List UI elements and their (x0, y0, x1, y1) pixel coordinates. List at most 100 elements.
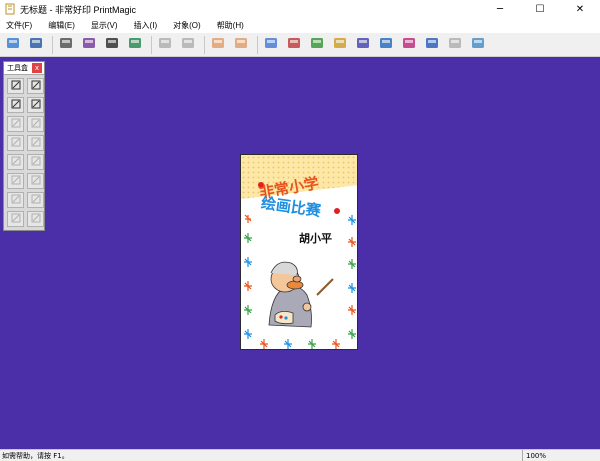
unlock-icon (30, 212, 42, 227)
magic-button[interactable] (445, 35, 465, 55)
send-back-button[interactable] (27, 135, 44, 151)
window-title: 无标题 - 非常好印 PrintMagic (20, 4, 137, 15)
clipart-tool-button[interactable] (27, 97, 44, 113)
wizard-icon (470, 35, 486, 54)
layout-button[interactable] (399, 35, 419, 55)
zoom-icon (286, 35, 302, 54)
insert-image-icon (263, 35, 279, 54)
print-button[interactable] (56, 35, 76, 55)
title-bar: 无标题 - 非常好印 PrintMagic ─ ☐ ✕ (0, 0, 600, 18)
align-right-button[interactable] (27, 116, 44, 132)
clipart-tool-icon (30, 98, 42, 113)
unlock-button[interactable] (27, 211, 44, 227)
bring-front-icon (10, 136, 22, 151)
print-page[interactable]: 非常小学 绘画比赛 胡小平 (240, 154, 358, 350)
save-icon (28, 35, 44, 54)
toolbox-title: 工具盒 (7, 64, 28, 72)
picture-button[interactable] (307, 35, 327, 55)
camera-button[interactable] (102, 35, 122, 55)
photo-button[interactable] (353, 35, 373, 55)
frame-icon (378, 35, 394, 54)
cut-icon (157, 35, 173, 54)
minimize-button[interactable]: ─ (480, 0, 520, 18)
flip-v-icon (30, 174, 42, 189)
ungroup-icon (30, 155, 42, 170)
toolbox-header[interactable]: 工具盒 x (4, 62, 44, 75)
toolbar-separator (52, 35, 53, 54)
copy-button[interactable] (178, 35, 198, 55)
collage-icon (424, 35, 440, 54)
layout-icon (401, 35, 417, 54)
zoom-button[interactable] (284, 35, 304, 55)
menu-edit[interactable]: 编辑(E) (42, 20, 81, 31)
flip-v-button[interactable] (27, 173, 44, 189)
send-back-icon (30, 136, 42, 151)
copy-icon (180, 35, 196, 54)
redo-icon (233, 35, 249, 54)
lock-button[interactable] (7, 211, 24, 227)
flip-h-icon (10, 174, 22, 189)
insert-image-button[interactable] (261, 35, 281, 55)
zoom-level: 100% (522, 450, 600, 461)
photo-icon (355, 35, 371, 54)
magic-icon (447, 35, 463, 54)
close-button[interactable]: ✕ (560, 0, 600, 18)
window-controls: ─ ☐ ✕ (480, 0, 600, 18)
scanner-button[interactable] (125, 35, 145, 55)
save-button[interactable] (26, 35, 46, 55)
bring-front-button[interactable] (7, 135, 24, 151)
camera-icon (104, 35, 120, 54)
status-message: 如需帮助，请按 F1。 (2, 451, 69, 460)
pen-tool-icon (10, 98, 22, 113)
print-icon (58, 35, 74, 54)
rotate-icon (10, 193, 22, 208)
menu-object[interactable]: 对象(O) (167, 20, 207, 31)
toolbox-close-button[interactable]: x (32, 63, 42, 73)
menu-insert[interactable]: 插入(I) (128, 20, 164, 31)
open-button[interactable] (3, 35, 23, 55)
cut-button[interactable] (155, 35, 175, 55)
menu-help[interactable]: 帮助(H) (211, 20, 250, 31)
pen-tool-button[interactable] (7, 97, 24, 113)
toolbox-grid (4, 75, 44, 230)
toolbar-separator (204, 35, 205, 54)
group-button[interactable] (7, 154, 24, 170)
crop-button[interactable] (27, 192, 44, 208)
print-preview-icon (81, 35, 97, 54)
picture-icon (309, 35, 325, 54)
crop-icon (30, 193, 42, 208)
text-tool-icon (30, 79, 42, 94)
red-dot-right (334, 208, 340, 214)
menu-file[interactable]: 文件(F) (0, 20, 38, 31)
rotate-button[interactable] (7, 192, 24, 208)
toolbar-separator (257, 35, 258, 54)
print-preview-button[interactable] (79, 35, 99, 55)
card-name: 胡小平 (299, 232, 332, 245)
menu-bar: 文件(F) 编辑(E) 显示(V) 插入(I) 对象(O) 帮助(H) (0, 18, 600, 33)
select-tool-button[interactable] (7, 78, 24, 94)
lock-icon (10, 212, 22, 227)
collage-button[interactable] (422, 35, 442, 55)
text-tool-button[interactable] (27, 78, 44, 94)
undo-button[interactable] (208, 35, 228, 55)
edit-icon (332, 35, 348, 54)
align-left-icon (10, 117, 22, 132)
workspace: 工具盒 x 非常小学 绘画比赛 胡小平 (0, 57, 600, 449)
redo-button[interactable] (231, 35, 251, 55)
menu-view[interactable]: 显示(V) (85, 20, 124, 31)
toolbox-panel: 工具盒 x (3, 61, 45, 231)
status-bar: 如需帮助，请按 F1。 100% (0, 449, 600, 461)
painter-illustration (268, 261, 334, 328)
toolbar-separator (151, 35, 152, 54)
scanner-icon (127, 35, 143, 54)
flip-h-button[interactable] (7, 173, 24, 189)
group-icon (10, 155, 22, 170)
edit-button[interactable] (330, 35, 350, 55)
maximize-button[interactable]: ☐ (520, 0, 560, 18)
align-left-button[interactable] (7, 116, 24, 132)
ungroup-button[interactable] (27, 154, 44, 170)
wizard-button[interactable] (468, 35, 488, 55)
frame-button[interactable] (376, 35, 396, 55)
select-tool-icon (10, 79, 22, 94)
app-icon (4, 3, 16, 15)
